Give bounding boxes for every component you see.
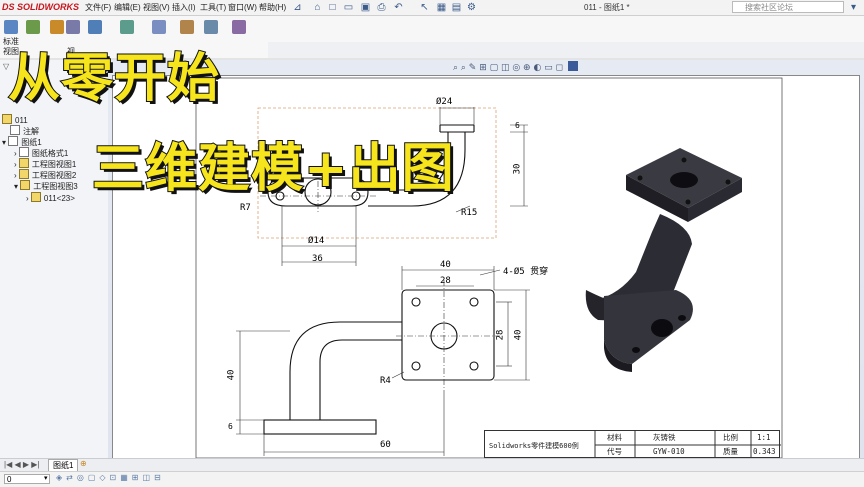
- sheet-tab-bar: |◀ ◀ ▶ ▶| 图纸1 ⊕: [0, 458, 864, 472]
- part-name: Solidworks零件建模600例: [489, 442, 579, 450]
- part-3d-render: [585, 148, 742, 372]
- mass-label: 质量: [723, 447, 738, 456]
- scale-value: 1:1: [757, 433, 771, 442]
- dim-r4[interactable]: R4: [380, 376, 391, 386]
- overlay-title-line1: 从零开始: [7, 48, 221, 110]
- add-sheet-icon[interactable]: ⊕: [80, 459, 87, 468]
- mass-value: 0.343: [753, 447, 776, 456]
- code-label: 代号: [607, 447, 622, 456]
- status-tool-icons[interactable]: ◈⇄◎▢◇⊡▦⊞◫⊟: [56, 473, 165, 482]
- dim-diameter-24[interactable]: Ø24: [436, 97, 452, 107]
- material-label: 材料: [607, 433, 622, 442]
- dim-6-left[interactable]: 6: [228, 422, 233, 431]
- dim-40-side[interactable]: 40: [513, 330, 523, 341]
- material-value: 灰铸铁: [653, 433, 676, 442]
- dim-diameter-14[interactable]: Ø14: [308, 236, 324, 246]
- dim-60[interactable]: 60: [380, 440, 391, 450]
- dim-r7[interactable]: R7: [240, 203, 251, 213]
- dim-28-top[interactable]: 28: [440, 276, 451, 286]
- dim-28-side[interactable]: 28: [495, 330, 505, 341]
- overlay-title-line2: 三维建模+出图: [91, 138, 455, 200]
- dim-holes[interactable]: 4-Ø5 贯穿: [503, 264, 548, 277]
- scale-label: 比例: [723, 433, 738, 442]
- dim-6-top[interactable]: 6: [515, 121, 520, 130]
- dim-40-top[interactable]: 40: [440, 260, 451, 270]
- dim-36[interactable]: 36: [312, 254, 323, 264]
- dim-r15[interactable]: R15: [461, 208, 477, 218]
- chevron-down-icon[interactable]: ▾: [44, 474, 48, 482]
- nav-first-icon[interactable]: |◀ ◀ ▶ ▶|: [4, 460, 39, 469]
- dim-40-left[interactable]: 40: [226, 370, 236, 381]
- dim-30[interactable]: 30: [512, 164, 522, 175]
- status-bar: 0 ▾ ◈⇄◎▢◇⊡▦⊞◫⊟: [0, 471, 864, 487]
- code-value: GYW-010: [653, 447, 685, 456]
- title-block: Solidworks零件建模600例 材料 灰铸铁 比例 1:1 代号 GYW-…: [484, 430, 781, 459]
